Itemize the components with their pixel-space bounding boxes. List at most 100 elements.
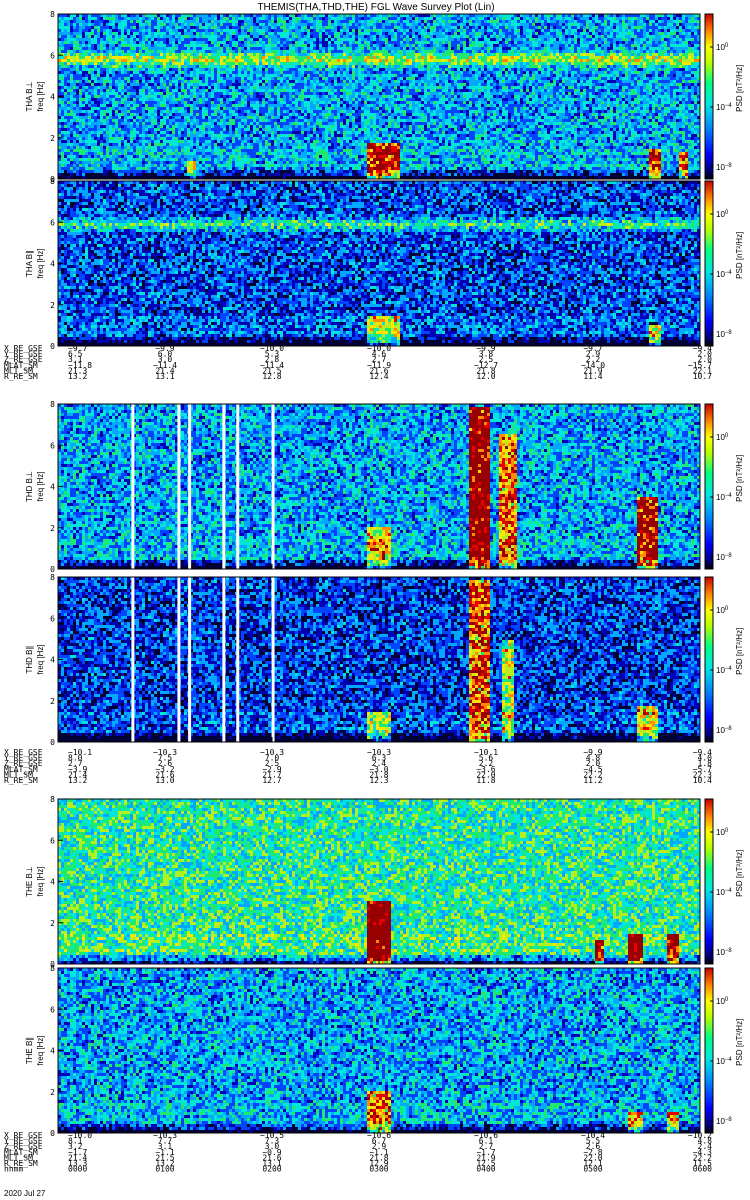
colorbar-tick-label: 100 — [716, 210, 729, 219]
plot-title: THEMIS(THA,THD,THE) FGL Wave Survey Plot… — [257, 2, 494, 13]
y-tick-label: 6 — [50, 441, 55, 450]
y-tick-label: 4 — [50, 1047, 55, 1056]
colorbar-tick-label: 10−4 — [716, 888, 732, 897]
themis-wave-survey-plot: THEMIS(THA,THD,THE) FGL Wave Survey Plot… — [0, 0, 750, 1200]
y-tick-label: 4 — [50, 656, 55, 665]
ephemeris-value: 12.4 — [369, 372, 388, 381]
y-tick-label: 2 — [50, 1088, 55, 1097]
spectrogram-panel: 0 2 4 6 8 THA B∥ freq [Hz] 100 10−4 10−8 PSD [nT²/… — [25, 177, 744, 351]
y-tick-label: 0 — [50, 1129, 55, 1138]
panel-ylabel: THA B∥ — [25, 250, 34, 277]
ephemeris-value: 0400 — [476, 1165, 495, 1174]
ephemeris-value: 13.2 — [68, 372, 87, 381]
data-gap — [177, 404, 180, 569]
panel-freq-label: freq [Hz] — [36, 471, 45, 501]
ephemeris-value: 11.2 — [583, 776, 602, 785]
colorbar: 10010−410−8PSD [nT²/Hz] — [705, 799, 744, 964]
colorbar-tick-label: 100 — [716, 433, 729, 442]
panels-layer: 02468THA B⊥ freq [Hz]10010−410−8PSD [nT²/… — [25, 10, 744, 1138]
ephemeris-value: 12.3 — [369, 776, 388, 785]
data-gap — [188, 404, 191, 569]
y-tick-label: 8 — [50, 400, 55, 409]
ephemeris-value: 10.7 — [693, 372, 712, 381]
data-gap — [222, 577, 225, 742]
ephemeris-value: 0300 — [369, 1165, 388, 1174]
ephemeris-group: X_RE_GSE −10.1 −10.3 −10.3 −10.3 −10.1 −9.9 −9.… — [4, 748, 712, 785]
panel-ylabel: THE B⊥ — [25, 866, 34, 897]
y-tick-label: 2 — [50, 134, 55, 143]
colorbar-tick-label: 10−8 — [716, 726, 732, 735]
ephemeris-value: 12.7 — [262, 776, 281, 785]
colorbar-label: PSD [nT²/Hz] — [735, 628, 744, 675]
ephemeris-value: 13.2 — [68, 776, 87, 785]
data-gap — [222, 404, 225, 569]
colorbar-label: PSD [nT²/Hz] — [735, 455, 744, 502]
y-tick-label: 6 — [50, 836, 55, 845]
y-tick-label: 4 — [50, 483, 55, 492]
colorbar-scale — [705, 404, 713, 569]
data-gap — [131, 404, 134, 569]
ephemeris-value: 13.1 — [155, 372, 174, 381]
date-label: 2020 Jul 27 — [4, 1189, 46, 1198]
y-tick-label: 6 — [50, 614, 55, 623]
panel-freq-label: freq [Hz] — [36, 644, 45, 674]
ephemeris-value: 0600 — [693, 1165, 712, 1174]
y-tick-label: 2 — [50, 919, 55, 928]
y-tick-label: 8 — [50, 177, 55, 186]
y-tick-label: 8 — [50, 964, 55, 973]
ephemeris-group: X_RE_GSE −9.7 −9.9 −10.0 −10.0 −9.9 −9.7 −9.4Y_… — [4, 344, 712, 381]
colorbar-tick-label: 10−8 — [716, 948, 732, 957]
spectrogram-panel: 02468THE B⊥ freq [Hz]10010−410−8PSD [nT²/… — [25, 795, 744, 969]
spectrogram-cells — [58, 968, 700, 1133]
ephemeris-value: 0100 — [155, 1165, 174, 1174]
ephemeris-value: 12.0 — [476, 372, 495, 381]
colorbar-scale — [705, 577, 713, 742]
panel-ylabel: THE B∥ — [25, 1037, 34, 1065]
y-tick-label: 2 — [50, 697, 55, 706]
y-tick-label: 6 — [50, 218, 55, 227]
panel-ylabel: THA B⊥ — [25, 81, 34, 111]
panel-ylabel: THD B⊥ — [25, 471, 34, 502]
ephemeris-value: 0200 — [262, 1165, 281, 1174]
data-gap — [188, 577, 191, 742]
panel-freq-label: freq [Hz] — [36, 866, 45, 896]
panel-freq-label: freq [Hz] — [36, 1035, 45, 1065]
y-tick-label: 0 — [50, 342, 55, 351]
colorbar-tick-label: 10−8 — [716, 1117, 732, 1126]
y-tick-label: 4 — [50, 93, 55, 102]
spectrogram-panel: 02468THD B∥ freq [Hz]10010−410−8PSD [nT²/… — [25, 573, 744, 747]
data-gap — [236, 404, 239, 569]
data-gap — [272, 404, 275, 569]
colorbar-scale — [705, 14, 713, 179]
colorbar-tick-label: 100 — [716, 997, 729, 1006]
y-tick-label: 4 — [50, 260, 55, 269]
ephemeris-group: X_RE_GSE −10.0 −10.3 −10.5 −10.6 −10.6 −10.4 −1… — [4, 1131, 712, 1174]
colorbar-label: PSD [nT²/Hz] — [735, 232, 744, 279]
spectrogram-cells — [58, 799, 700, 964]
y-tick-label: 8 — [50, 10, 55, 19]
colorbar-tick-label: 100 — [716, 828, 729, 837]
colorbar-tick-label: 10−8 — [716, 330, 732, 339]
y-tick-label: 2 — [50, 301, 55, 310]
y-tick-label: 0 — [50, 738, 55, 747]
y-tick-label: 6 — [50, 51, 55, 60]
y-tick-label: 6 — [50, 1005, 55, 1014]
colorbar-scale — [705, 968, 713, 1133]
panel-freq-label: freq [Hz] — [36, 248, 45, 278]
colorbar: 10010−410−8PSD [nT²/Hz] — [705, 14, 744, 179]
colorbar-tick-label: 100 — [716, 43, 729, 52]
colorbar: 10010−410−8PSD [nT²/Hz] — [705, 968, 744, 1133]
spectrogram-panel: 02468THA B⊥ freq [Hz]10010−410−8PSD [nT²/… — [25, 10, 744, 184]
colorbar: 10010−410−8PSD [nT²/Hz] — [705, 577, 744, 742]
colorbar-tick-label: 10−8 — [716, 553, 732, 562]
ephemeris-row-label: hhmm — [4, 1165, 23, 1174]
colorbar-tick-label: 10−4 — [716, 1057, 732, 1066]
ephemeris-row-label: R_RE_SM — [4, 372, 38, 381]
ephemeris-value: 11.8 — [476, 776, 495, 785]
colorbar-scale — [705, 181, 713, 346]
y-tick-label: 4 — [50, 878, 55, 887]
colorbar-tick-label: 10−4 — [716, 666, 732, 675]
colorbar-tick-label: 10−4 — [716, 270, 732, 279]
panel-freq-label: freq [Hz] — [36, 81, 45, 111]
panel-ylabel: THD B∥ — [25, 646, 34, 674]
